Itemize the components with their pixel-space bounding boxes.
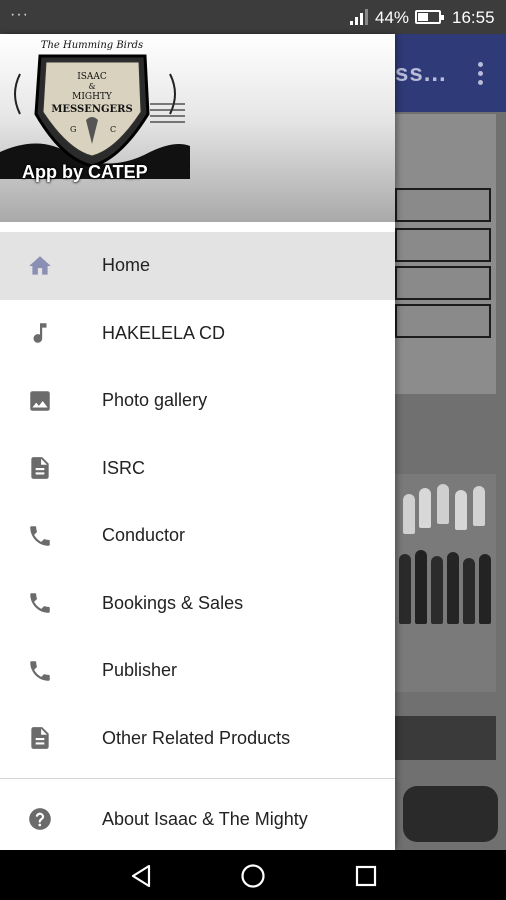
phone-icon	[27, 590, 53, 616]
image-icon	[27, 388, 53, 414]
home-icon	[27, 253, 53, 279]
menu-item-other-related-products[interactable]: Other Related Products	[0, 705, 395, 773]
menu-item-label: Bookings & Sales	[102, 592, 244, 613]
phone-icon	[27, 658, 53, 684]
app-toolbar: ss...	[395, 34, 506, 112]
status-bar: ··· 44% 16:55	[0, 0, 506, 34]
content-bar	[395, 716, 496, 760]
menu-item-label: About Isaac & The Mighty	[102, 808, 308, 829]
header-caption: App by CATEP	[22, 162, 148, 182]
music-note-icon	[27, 320, 53, 346]
menu-item-label: HAKELELA CD	[102, 322, 226, 343]
logo-text-isaac: ISAAC	[77, 72, 107, 82]
menu-item-label: Photo gallery	[102, 390, 208, 411]
content-box[interactable]	[395, 188, 491, 222]
content-box[interactable]	[395, 228, 491, 262]
menu-item-home[interactable]: Home	[0, 232, 395, 300]
choir-photo	[395, 474, 496, 692]
drawer-menu: Home HAKELELA CD Photo gallery ISRC Cond…	[0, 232, 395, 850]
phone-icon	[27, 523, 53, 549]
logo-text-amp: &	[88, 82, 95, 91]
menu-item-isrc[interactable]: ISRC	[0, 435, 395, 503]
menu-item-photo-gallery[interactable]: Photo gallery	[0, 367, 395, 435]
content-box[interactable]	[395, 266, 491, 300]
content-card	[395, 114, 496, 394]
navigation-drawer: The Humming Birds ISAAC & MIGHTY MESSENG…	[0, 34, 395, 850]
document-icon	[27, 725, 53, 751]
document-icon	[27, 455, 53, 481]
clock: 16:55	[452, 8, 495, 27]
menu-item-label: Publisher	[102, 660, 178, 681]
content-box[interactable]	[395, 304, 491, 338]
logo-text-messengers: MESSENGERS	[51, 104, 132, 115]
overflow-menu-icon[interactable]	[478, 62, 484, 86]
menu-item-label: ISRC	[102, 457, 146, 478]
menu-item-bookings-sales[interactable]: Bookings & Sales	[0, 570, 395, 638]
menu-item-about[interactable]: About Isaac & The Mighty	[0, 779, 395, 850]
notification-dots-icon: ···	[10, 6, 29, 23]
content-button[interactable]	[403, 786, 498, 842]
choir-logo: The Humming Birds ISAAC & MIGHTY MESSENG…	[0, 40, 190, 179]
logo-text-g: G	[70, 125, 76, 134]
recents-icon[interactable]	[352, 862, 380, 890]
battery-icon	[415, 10, 444, 24]
background-app[interactable]: ss...	[395, 34, 506, 850]
menu-item-publisher[interactable]: Publisher	[0, 637, 395, 705]
drawer-header: The Humming Birds ISAAC & MIGHTY MESSENG…	[0, 34, 395, 222]
menu-item-label: Home	[102, 255, 151, 276]
app-title: ss...	[395, 60, 447, 87]
menu-item-label: Other Related Products	[102, 727, 291, 748]
menu-item-label: Conductor	[102, 525, 186, 546]
logo-text-mighty: MIGHTY	[72, 92, 113, 102]
battery-percent: 44%	[375, 8, 410, 27]
logo-text-c: C	[110, 125, 116, 134]
signal-icon	[350, 9, 368, 25]
menu-item-conductor[interactable]: Conductor	[0, 502, 395, 570]
home-circle-icon[interactable]	[239, 862, 267, 890]
menu-item-hakelela-cd[interactable]: HAKELELA CD	[0, 300, 395, 368]
navigation-bar	[0, 850, 506, 900]
back-icon[interactable]	[127, 862, 155, 890]
logo-text-top: The Humming Birds	[41, 40, 143, 51]
help-circle-icon	[27, 806, 53, 832]
